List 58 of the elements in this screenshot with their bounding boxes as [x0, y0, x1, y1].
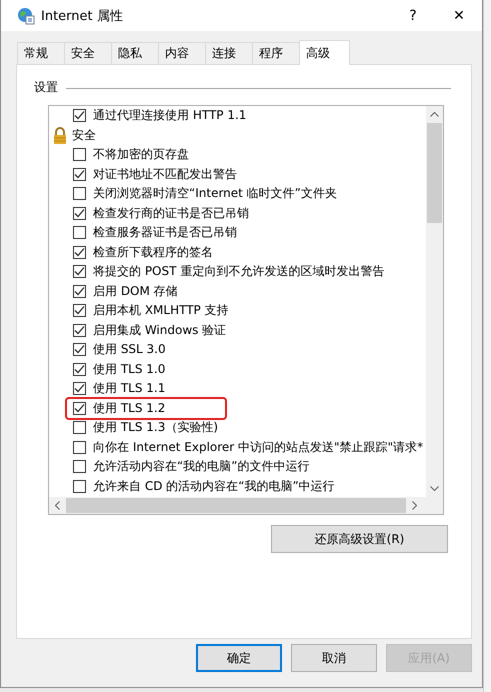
checkbox[interactable] — [73, 109, 86, 122]
checkbox[interactable] — [73, 168, 86, 181]
window-title: Internet 属性 — [41, 8, 124, 24]
checkbox-label: 将提交的 POST 重定向到不允许发送的区域时发出警告 — [93, 263, 384, 280]
checkbox-label: 使用 TLS 1.3（实验性) — [93, 419, 218, 436]
checkbox[interactable] — [73, 480, 86, 493]
checkbox-label: 对证书地址不匹配发出警告 — [93, 166, 237, 183]
checkbox[interactable] — [73, 148, 86, 162]
checkbox-label: 检查发行商的证书是否已吊销 — [93, 204, 249, 222]
checkbox-label: 启用本机 XMLHTTP 支持 — [93, 302, 229, 320]
checkbox-label: 通过代理连接使用 HTTP 1.1 — [93, 107, 246, 124]
help-button[interactable]: ? — [390, 0, 436, 31]
checkbox-label: 允许活动内容在“我的电脑”的文件中运行 — [93, 458, 310, 476]
checkbox-label: 不将加密的页存盘 — [93, 146, 189, 164]
checkbox-label: 检查所下载程序的签名 — [93, 244, 213, 261]
checkbox[interactable] — [73, 265, 86, 278]
group-label: 设置 — [34, 78, 58, 96]
scroll-right-icon[interactable] — [412, 501, 417, 510]
checkbox[interactable] — [73, 382, 86, 396]
checkbox[interactable] — [73, 362, 86, 376]
checkbox[interactable] — [73, 402, 86, 415]
checkbox-label: 使用 TLS 1.0 — [93, 360, 166, 378]
checkbox[interactable] — [73, 421, 86, 434]
checkbox[interactable] — [73, 206, 86, 220]
checkbox-label: 启用 DOM 存储 — [93, 282, 178, 300]
dialog-button[interactable]: 确定 — [196, 644, 282, 672]
close-button[interactable]: ✕ — [436, 0, 482, 31]
checkbox-label: 使用 SSL 3.0 — [93, 341, 166, 358]
tab[interactable]: 高级 — [299, 40, 350, 65]
checkbox[interactable] — [73, 440, 86, 454]
checkbox-label: 允许来自 CD 的活动内容在“我的电脑”中运行 — [93, 478, 335, 495]
scroll-down-icon[interactable] — [430, 486, 439, 491]
checkbox[interactable] — [73, 304, 86, 318]
scroll-up-icon[interactable] — [430, 112, 439, 117]
lock-icon — [53, 126, 67, 144]
checkbox-label: 关闭浏览器时清空“Internet 临时文件”文件夹 — [93, 185, 337, 202]
tab[interactable]: 常规 — [17, 42, 65, 64]
globe-icon — [17, 6, 35, 24]
checkbox-label: 检查服务器证书是否已吊销 — [93, 224, 237, 242]
checkbox[interactable] — [73, 284, 86, 298]
vertical-scrollbar[interactable] — [426, 106, 443, 497]
checkbox-label: 使用 TLS 1.2 — [93, 400, 166, 417]
checkbox-label: 使用 TLS 1.1 — [93, 380, 166, 398]
dialog-button[interactable]: 取消 — [291, 644, 377, 672]
checkbox[interactable] — [73, 187, 86, 200]
checkbox[interactable] — [73, 226, 86, 240]
group-heading: 安全 — [72, 126, 96, 144]
checkbox[interactable] — [73, 343, 86, 356]
checkbox[interactable] — [73, 460, 86, 474]
checkbox[interactable] — [73, 246, 86, 259]
scroll-thumb[interactable] — [66, 498, 406, 513]
checkbox-label: 向你在 Internet Explorer 中访问的站点发送"禁止跟踪"请求* — [93, 438, 424, 456]
checkbox[interactable] — [73, 324, 86, 337]
scroll-thumb[interactable] — [427, 123, 442, 223]
scroll-left-icon[interactable] — [55, 501, 60, 510]
restore-button[interactable]: 还原高级设置(R) — [271, 525, 448, 553]
horizontal-scrollbar[interactable] — [49, 497, 443, 514]
checkbox-label: 启用集成 Windows 验证 — [93, 322, 226, 339]
